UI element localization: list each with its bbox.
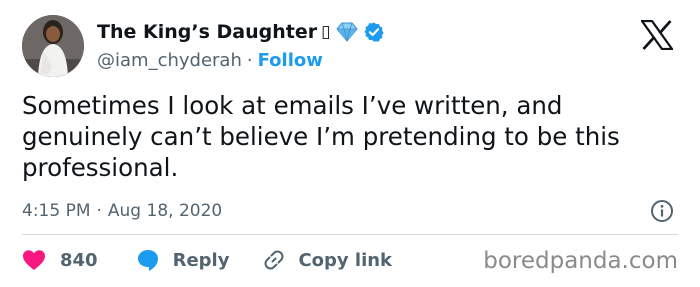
display-name[interactable]: The King’s Daughter (97, 21, 317, 43)
tweet-text: Sometimes I look at emails I’ve written,… (22, 91, 620, 182)
info-icon[interactable] (650, 199, 674, 223)
heart-icon (23, 250, 45, 270)
like-button[interactable]: 840 (22, 249, 98, 271)
follow-button[interactable]: Follow (258, 50, 323, 71)
handle-row: @iam_chyderah · Follow (97, 47, 323, 73)
verified-badge-icon[interactable] (363, 21, 385, 43)
reply-button[interactable]: Reply (136, 248, 230, 272)
handle-separator: · (246, 49, 253, 71)
diamond-icon (335, 22, 359, 42)
author-name-row: The King’s Daughter ▯ (97, 18, 385, 46)
like-count: 840 (60, 249, 98, 271)
copy-link-label: Copy link (298, 249, 393, 271)
author-handle[interactable]: @iam_chyderah (97, 50, 242, 71)
link-icon (264, 250, 284, 270)
action-bar: 840 Reply Copy link (22, 246, 392, 274)
watermark: boredpanda.com (483, 248, 678, 274)
divider (22, 234, 678, 235)
avatar[interactable] (22, 15, 84, 77)
name-glyph: ▯ (321, 22, 331, 42)
tweet-card: The King’s Daughter ▯ @iam_chyderah · Fo… (0, 0, 700, 287)
tweet-date: Aug 18, 2020 (107, 201, 223, 221)
copy-link-button[interactable]: Copy link (261, 247, 392, 273)
timestamp-separator: · (96, 201, 102, 221)
tweet-timestamp[interactable]: 4:15 PM · Aug 18, 2020 (22, 198, 222, 224)
speech-bubble-icon (137, 250, 158, 271)
x-logo-icon[interactable] (639, 19, 675, 51)
tweet-time: 4:15 PM (22, 201, 91, 221)
reply-label: Reply (172, 249, 230, 271)
